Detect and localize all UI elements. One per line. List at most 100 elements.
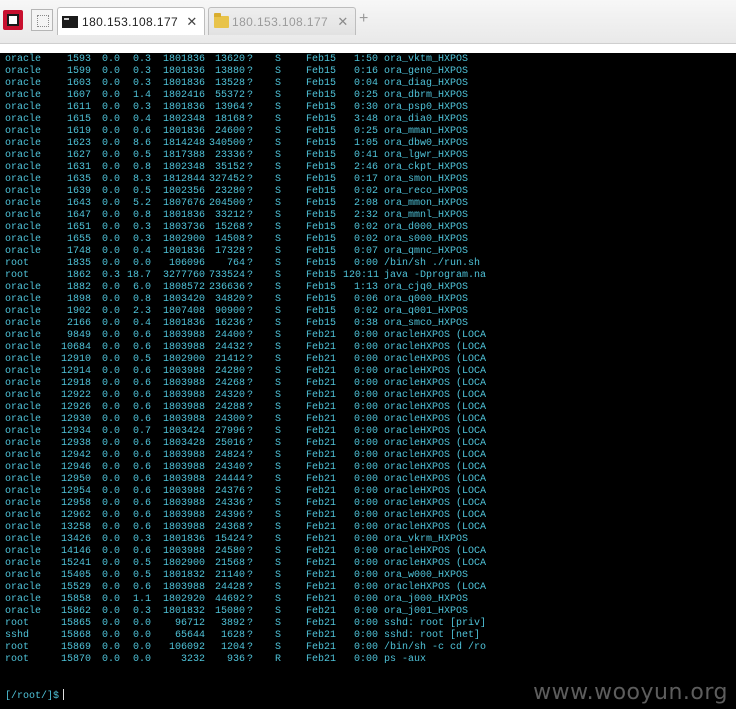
process-cpu: 0.0 xyxy=(101,414,120,425)
process-start: Feb21 xyxy=(306,486,337,497)
blank-page-icon[interactable] xyxy=(31,9,53,31)
process-row: oracle 15862 0.0 0.3 1801832 15080? S Feb21 0:00… xyxy=(5,606,705,618)
process-mem: 0.6 xyxy=(132,498,151,509)
process-pid: 12938 xyxy=(60,438,91,449)
terminal-output[interactable]: oracle 1593 0.0 0.3 1801836 13620? S Feb15 1:50 o… xyxy=(0,53,736,709)
process-mem: 0.6 xyxy=(132,546,151,557)
process-cpu: 0.0 xyxy=(101,258,120,269)
process-tty: ? xyxy=(247,150,254,161)
process-pid: 1882 xyxy=(66,282,91,293)
process-row: oracle 1611 0.0 0.3 1801836 13964? S Feb15 0:30 o… xyxy=(5,102,705,114)
app-logo-icon[interactable] xyxy=(3,10,23,30)
process-pid: 1619 xyxy=(66,126,91,137)
shell-prompt[interactable]: [/root/]$ xyxy=(5,689,65,702)
process-time: 0:00 xyxy=(353,558,378,569)
process-cpu: 0.0 xyxy=(101,294,120,305)
process-time: 0:25 xyxy=(353,126,378,137)
process-cpu: 0.0 xyxy=(101,54,120,65)
process-time: 0:00 xyxy=(353,510,378,521)
process-stat: S xyxy=(275,66,282,77)
process-mem: 0.4 xyxy=(132,246,151,257)
process-mem: 0.6 xyxy=(132,486,151,497)
process-tty: ? xyxy=(247,66,254,77)
process-user: oracle xyxy=(5,450,42,461)
process-row: oracle 1615 0.0 0.4 1802348 18168? S Feb15 3:48 o… xyxy=(5,114,705,126)
process-vsz: 1801832 xyxy=(162,570,205,581)
process-rss: 340500 xyxy=(208,138,245,149)
process-start: Feb21 xyxy=(306,558,337,569)
process-pid: 12950 xyxy=(60,474,91,485)
process-start: Feb15 xyxy=(306,54,337,65)
tab-session-1[interactable]: 180.153.108.177 ✕ xyxy=(57,7,205,35)
process-vsz: 1801836 xyxy=(162,126,205,137)
process-cmd: ora_cjq0_HXPOS xyxy=(384,282,469,293)
process-vsz: 1802348 xyxy=(162,162,205,173)
process-user: oracle xyxy=(5,66,42,77)
process-user: oracle xyxy=(5,486,42,497)
process-cmd: ora_mman_HXPOS xyxy=(384,126,469,137)
folder-icon xyxy=(214,12,229,28)
process-vsz: 3277760 xyxy=(162,270,205,281)
tab-session-2[interactable]: 180.153.108.177 ✕ xyxy=(208,7,356,35)
process-tty: ? xyxy=(247,294,254,305)
process-vsz: 1803988 xyxy=(162,498,205,509)
process-stat: S xyxy=(275,126,282,137)
new-tab-icon[interactable]: + xyxy=(359,11,368,27)
close-icon[interactable]: ✕ xyxy=(185,14,199,30)
process-row: oracle 12918 0.0 0.6 1803988 24268? S Feb21 0:00… xyxy=(5,378,705,390)
process-cmd: ora_mmon_HXPOS xyxy=(384,198,469,209)
process-stat: S xyxy=(275,366,282,377)
close-icon[interactable]: ✕ xyxy=(336,14,350,30)
process-start: Feb21 xyxy=(306,438,337,449)
process-mem: 0.5 xyxy=(132,354,151,365)
process-mem: 0.4 xyxy=(132,114,151,125)
process-cpu: 0.0 xyxy=(101,318,120,329)
process-row: oracle 1655 0.0 0.3 1802900 14508? S Feb15 0:02 o… xyxy=(5,234,705,246)
process-start: Feb15 xyxy=(306,234,337,245)
process-cpu: 0.0 xyxy=(101,558,120,569)
process-cmd: oracleHXPOS (LOCA xyxy=(384,486,487,497)
process-rss: 1204 xyxy=(220,642,245,653)
process-mem: 0.5 xyxy=(132,558,151,569)
process-start: Feb15 xyxy=(306,210,337,221)
process-row: oracle 1603 0.0 0.3 1801836 13528? S Feb15 0:04 o… xyxy=(5,78,705,90)
process-tty: ? xyxy=(247,210,254,221)
process-time: 0:00 xyxy=(353,426,378,437)
process-mem: 8.6 xyxy=(132,138,151,149)
process-time: 0:00 xyxy=(353,534,378,545)
process-start: Feb21 xyxy=(306,354,337,365)
process-stat: S xyxy=(275,486,282,497)
process-tty: ? xyxy=(247,162,254,173)
process-stat: S xyxy=(275,582,282,593)
process-cmd: ora_mmnl_HXPOS xyxy=(384,210,469,221)
process-user: oracle xyxy=(5,330,42,341)
process-mem: 0.3 xyxy=(132,534,151,545)
process-cmd: oracleHXPOS (LOCA xyxy=(384,582,487,593)
process-row: oracle 12910 0.0 0.5 1802900 21412? S Feb21 0:00… xyxy=(5,354,705,366)
process-cpu: 0.0 xyxy=(101,150,120,161)
process-start: Feb15 xyxy=(306,198,337,209)
process-stat: S xyxy=(275,522,282,533)
process-user: oracle xyxy=(5,510,42,521)
process-time: 0:06 xyxy=(353,294,378,305)
process-pid: 12942 xyxy=(60,450,91,461)
process-vsz: 1803988 xyxy=(162,582,205,593)
process-stat: S xyxy=(275,642,282,653)
process-vsz: 1803736 xyxy=(162,222,205,233)
process-cmd: java -Dprogram.na xyxy=(384,270,487,281)
process-cmd: ora_smco_HXPOS xyxy=(384,318,469,329)
process-start: Feb21 xyxy=(306,642,337,653)
process-stat: S xyxy=(275,138,282,149)
process-tty: ? xyxy=(247,138,254,149)
process-pid: 9849 xyxy=(66,330,91,341)
process-rss: 936 xyxy=(226,654,245,665)
process-start: Feb21 xyxy=(306,498,337,509)
process-user: oracle xyxy=(5,438,42,449)
process-cmd: sshd: root [net] xyxy=(384,630,481,641)
process-pid: 1615 xyxy=(66,114,91,125)
process-vsz: 1812844 xyxy=(162,174,205,185)
process-cpu: 0.0 xyxy=(101,330,120,341)
process-stat: S xyxy=(275,390,282,401)
process-tty: ? xyxy=(247,270,254,281)
process-vsz: 1808572 xyxy=(162,282,205,293)
